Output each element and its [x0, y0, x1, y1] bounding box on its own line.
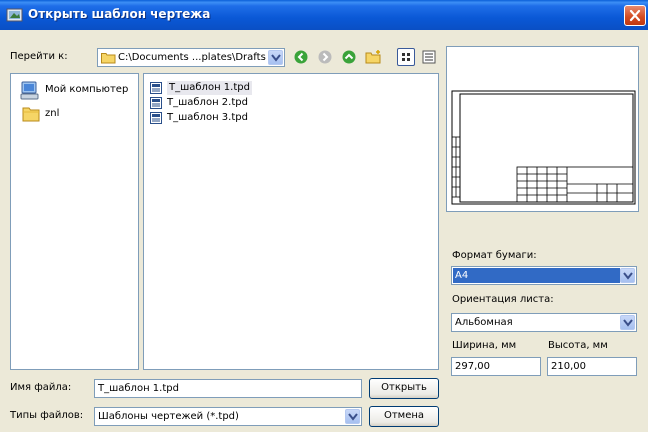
chevron-down-icon[interactable]: [620, 315, 635, 330]
paper-format-label: Формат бумаги:: [452, 250, 537, 261]
filename-input[interactable]: Т_шаблон 1.tpd: [94, 379, 362, 398]
paper-format-select[interactable]: А4: [451, 266, 637, 285]
place-my-computer-label: Мой компьютер: [45, 84, 129, 95]
orientation-select[interactable]: Альбомная: [451, 313, 637, 332]
goto-path-combo[interactable]: C:\Documents ...plates\Drafts: [97, 48, 285, 67]
template-file-icon: [150, 112, 162, 124]
orientation-value: Альбомная: [455, 317, 513, 328]
paper-format-value: А4: [453, 268, 620, 283]
app-icon: [6, 6, 24, 24]
filename-label: Имя файла:: [10, 382, 72, 393]
place-znl[interactable]: znl: [22, 104, 82, 124]
width-label: Ширина, мм: [452, 340, 517, 351]
filetype-label: Типы файлов:: [10, 410, 84, 421]
file-name: Т_шаблон 1.tpd: [167, 81, 252, 95]
preview-panel: [446, 46, 639, 212]
place-znl-label: znl: [45, 108, 60, 119]
cancel-button[interactable]: Отмена: [369, 406, 439, 427]
chevron-down-icon[interactable]: [345, 409, 360, 424]
forward-icon[interactable]: [317, 49, 333, 65]
file-name: Т_шаблон 2.tpd: [167, 97, 248, 108]
template-file-icon: [150, 97, 162, 109]
new-folder-icon[interactable]: [365, 49, 381, 65]
chevron-down-icon[interactable]: [268, 50, 283, 65]
computer-icon: [20, 80, 40, 103]
drawing-preview: [451, 90, 636, 205]
view-details-icon[interactable]: [421, 49, 437, 65]
file-name: Т_шаблон 3.tpd: [167, 112, 248, 123]
height-label: Высота, мм: [548, 340, 608, 351]
place-my-computer[interactable]: Мой компьютер: [20, 80, 135, 100]
filetype-value: Шаблоны чертежей (*.tpd): [98, 411, 239, 422]
height-input[interactable]: 210,00: [547, 357, 637, 376]
up-folder-icon[interactable]: [341, 49, 357, 65]
window-title: Открыть шаблон чертежа: [28, 7, 211, 21]
goto-label: Перейти к:: [10, 51, 68, 62]
width-input[interactable]: 297,00: [451, 357, 541, 376]
orientation-label: Ориентация листа:: [452, 294, 554, 305]
filetype-select[interactable]: Шаблоны чертежей (*.tpd): [94, 407, 362, 426]
file-list[interactable]: Т_шаблон 1.tpd Т_шаблон 2.tpd Т_шаблон 3…: [143, 73, 439, 370]
view-icons-icon[interactable]: [397, 48, 415, 66]
close-button[interactable]: [624, 5, 646, 26]
goto-path-value: C:\Documents ...plates\Drafts: [118, 52, 266, 63]
back-icon[interactable]: [293, 49, 309, 65]
open-button[interactable]: Открыть: [369, 378, 439, 399]
folder-icon: [101, 51, 116, 66]
template-file-icon: [150, 82, 162, 94]
close-icon: [629, 9, 641, 22]
chevron-down-icon[interactable]: [620, 268, 635, 283]
folder-icon: [22, 104, 41, 126]
